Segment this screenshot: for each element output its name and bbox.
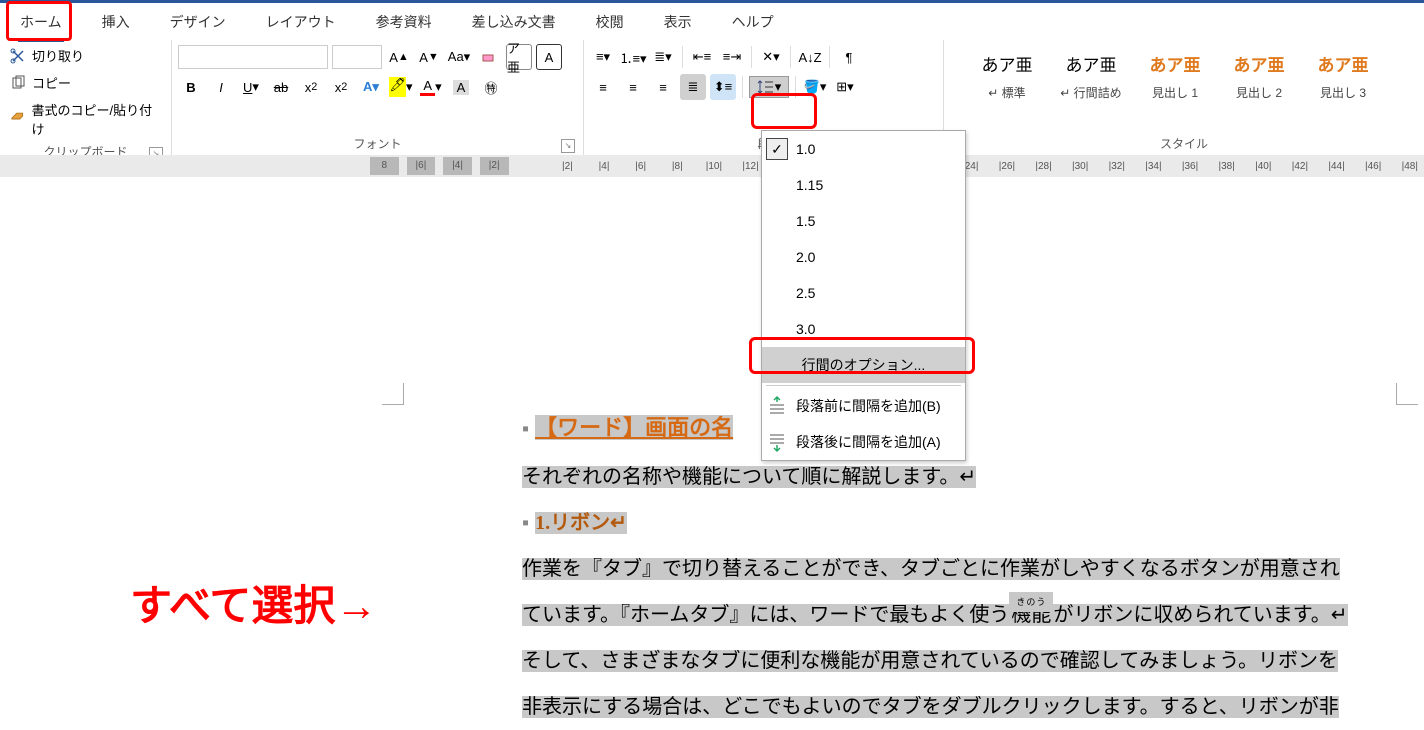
doc-p2a: 作業を『タブ』で切り替えることができ、タブごとに作業がしやすくなるボタンが用意さ… (522, 558, 1340, 580)
line-spacing-2-5[interactable]: 2.5 (762, 275, 965, 311)
tab-insert[interactable]: 挿入 (92, 4, 140, 40)
doc-kino: きのう機能 (1009, 604, 1053, 626)
cut-label: 切り取り (32, 46, 84, 65)
line-spacing-1[interactable]: ✓ 1.0 (762, 131, 965, 167)
bullet-icon: ▪ (522, 418, 529, 440)
subscript-button[interactable]: x2 (298, 74, 324, 100)
line-spacing-menu: ✓ 1.0 1.15 1.5 2.0 2.5 3.0 行間のオプション... 段… (761, 130, 966, 461)
phonetic-guide-button[interactable]: ア亜 (506, 44, 532, 70)
eraser-icon (481, 49, 497, 65)
text-effects-button[interactable]: A▾ (358, 74, 384, 100)
shrink-font-button[interactable]: A▼ (416, 44, 442, 70)
space-after-icon (766, 431, 788, 453)
doc-p4: 非表示にする場合は、どこでもよいのでタブをダブルクリックします。すると、リボンが… (522, 696, 1339, 718)
format-painter-button[interactable]: 書式のコピー/貼り付け (6, 98, 165, 140)
add-space-before-paragraph[interactable]: 段落前に間隔を追加(B) (762, 388, 965, 424)
asian-layout-button[interactable]: ✕▾ (758, 44, 784, 70)
doc-title: 【ワード】画面の名 (535, 415, 733, 440)
numbering-button[interactable]: ⒈≡▾ (620, 44, 646, 70)
character-border-button[interactable]: A (536, 44, 562, 70)
tab-mailings[interactable]: 差し込み文書 (462, 4, 566, 40)
clear-formatting-button[interactable] (476, 44, 502, 70)
doc-p2b-post: がリボンに収められています。↵ (1053, 604, 1347, 626)
tab-home[interactable]: ホーム (10, 4, 72, 40)
show-marks-button[interactable]: ¶ (836, 44, 862, 70)
doc-p2b-pre: ています。『ホームタブ』には、ワードで最もよく使う (522, 604, 1009, 626)
font-group-label: フォント ↘ (178, 132, 577, 155)
page-margin-corner (382, 383, 404, 405)
doc-h2: 1.リボン↵ (535, 512, 627, 534)
menu-separator (766, 385, 961, 386)
highlight-button[interactable]: 🖊▾ (388, 74, 414, 100)
bullet-icon: ▪ (522, 512, 529, 534)
line-spacing-3[interactable]: 3.0 (762, 311, 965, 347)
shading-button[interactable]: 🪣▾ (802, 74, 828, 100)
tab-design[interactable]: デザイン (160, 4, 236, 40)
style-normal[interactable]: あア亜 ↵ 標準 (974, 48, 1040, 101)
tab-review[interactable]: 校閲 (586, 4, 634, 40)
enclose-chars-button[interactable]: ㊕ (478, 74, 504, 100)
select-all-annotation: すべて選択→ (130, 572, 377, 633)
line-spacing-icon (757, 79, 775, 95)
style-heading2[interactable]: あア亜 見出し 2 (1226, 48, 1292, 101)
tab-view[interactable]: 表示 (654, 4, 702, 40)
tab-layout[interactable]: レイアウト (256, 4, 346, 40)
check-icon: ✓ (766, 138, 788, 160)
sort-button[interactable]: A↓Z (797, 44, 823, 70)
align-center-button[interactable]: ≡ (620, 74, 646, 100)
format-painter-label: 書式のコピー/貼り付け (32, 100, 162, 138)
line-spacing-1-5[interactable]: 1.5 (762, 203, 965, 239)
styles-group-label: スタイル (950, 132, 1418, 155)
scissors-icon (10, 48, 26, 64)
ribbon: 切り取り コピー 書式のコピー/貼り付け クリップボード ↘ (0, 40, 1424, 155)
add-space-after-paragraph[interactable]: 段落後に間隔を追加(A) (762, 424, 965, 460)
change-case-button[interactable]: Aa▾ (446, 44, 472, 70)
grow-font-button[interactable]: A▲ (386, 44, 412, 70)
line-spacing-options[interactable]: 行間のオプション... (762, 347, 965, 383)
line-spacing-button[interactable]: ▾ (749, 76, 789, 98)
font-dialog-launcher[interactable]: ↘ (561, 139, 575, 153)
multilevel-list-button[interactable]: ≣▾ (650, 44, 676, 70)
styles-gallery[interactable]: あア亜 ↵ 標準 あア亜 ↵ 行間詰め あア亜 見出し 1 あア亜 見出し 2 … (950, 44, 1400, 101)
bullets-button[interactable]: ≡▾ (590, 44, 616, 70)
line-spacing-2[interactable]: 2.0 (762, 239, 965, 275)
copy-label: コピー (32, 73, 71, 92)
font-size-select[interactable] (332, 45, 382, 69)
character-shading-button[interactable]: A (448, 74, 474, 100)
distribute-button[interactable]: ⬍≡ (710, 74, 736, 100)
justify-button[interactable]: ≣ (680, 74, 706, 100)
line-spacing-1-15[interactable]: 1.15 (762, 167, 965, 203)
space-before-icon (766, 395, 788, 417)
decrease-indent-button[interactable]: ⇤≡ (689, 44, 715, 70)
align-left-button[interactable]: ≡ (590, 74, 616, 100)
strikethrough-button[interactable]: ab (268, 74, 294, 100)
doc-p3: そして、さまざまなタブに便利な機能が用意されているので確認してみましょう。リボン… (522, 650, 1338, 672)
copy-icon (10, 75, 26, 91)
format-painter-icon (10, 111, 26, 127)
style-no-spacing[interactable]: あア亜 ↵ 行間詰め (1058, 48, 1124, 101)
page-margin-corner (1396, 383, 1418, 405)
italic-button[interactable]: I (208, 74, 234, 100)
cut-button[interactable]: 切り取り (6, 44, 165, 67)
underline-button[interactable]: U▾ (238, 74, 264, 100)
ribbon-tab-bar: ホーム 挿入 デザイン レイアウト 参考資料 差し込み文書 校閲 表示 ヘルプ (0, 0, 1424, 40)
doc-p1: それぞれの名称や機能について順に解説します。↵ (522, 466, 976, 488)
font-color-button[interactable]: A▾ (418, 74, 444, 100)
borders-button[interactable]: ⊞▾ (832, 74, 858, 100)
superscript-button[interactable]: x2 (328, 74, 354, 100)
style-heading3[interactable]: あア亜 見出し 3 (1310, 48, 1376, 101)
bold-button[interactable]: B (178, 74, 204, 100)
copy-button[interactable]: コピー (6, 71, 165, 94)
increase-indent-button[interactable]: ≡⇥ (719, 44, 745, 70)
align-right-button[interactable]: ≡ (650, 74, 676, 100)
horizontal-ruler[interactable]: 8 |6| |4| |2| |2| |4| |6| |8| |10| |12| … (0, 155, 1424, 177)
tab-help[interactable]: ヘルプ (722, 4, 784, 40)
font-family-select[interactable] (178, 45, 328, 69)
tab-references[interactable]: 参考資料 (366, 4, 442, 40)
style-heading1[interactable]: あア亜 見出し 1 (1142, 48, 1208, 101)
